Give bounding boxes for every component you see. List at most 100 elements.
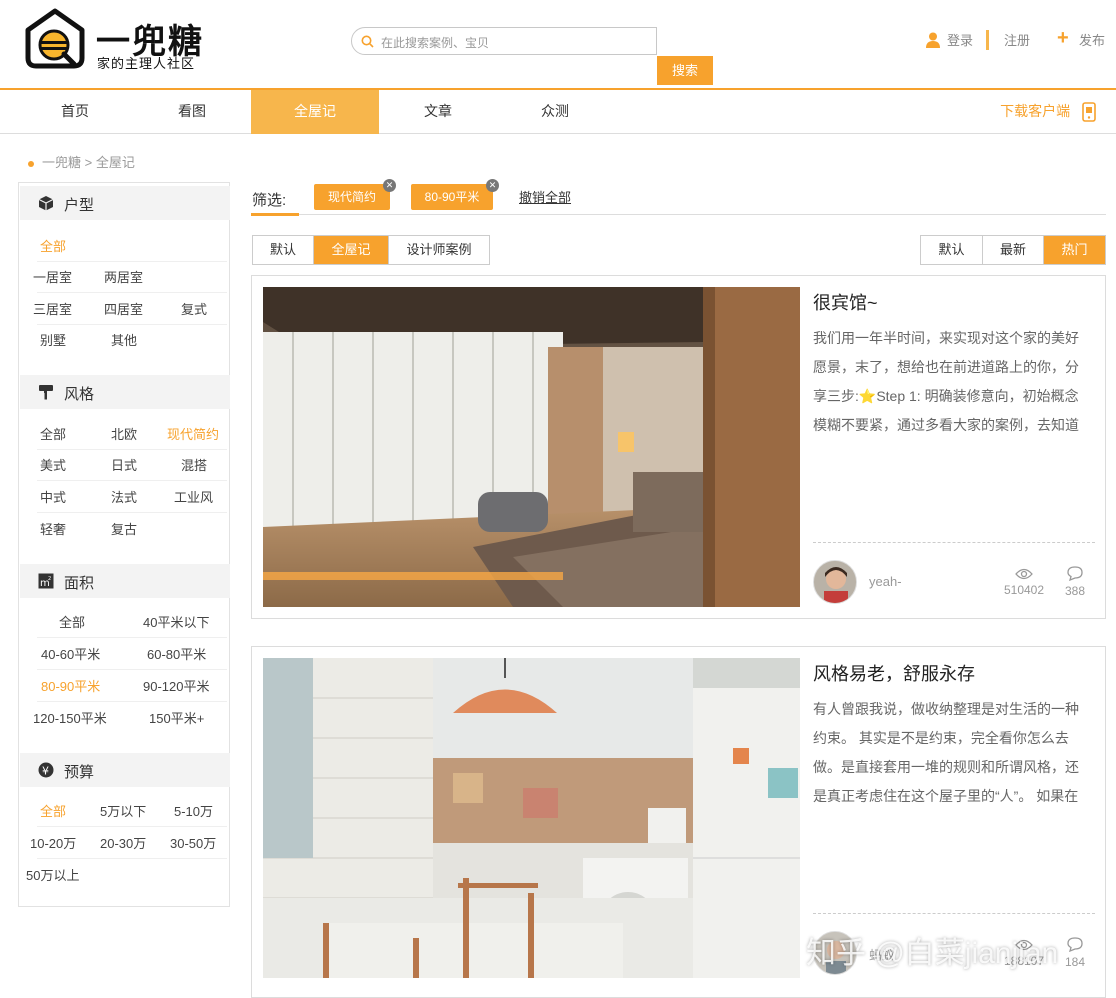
filter-tag-area[interactable]: 80-90平米: [411, 184, 493, 210]
filter-option-yusuan-10-20[interactable]: 10-20万: [30, 833, 76, 852]
section-header-yusuan: ¥ 预算: [20, 753, 230, 787]
watermark: 知乎 @白菜jianjian: [806, 937, 1059, 970]
comment-count-value: 184: [1064, 955, 1086, 969]
breadcrumb: 一兜糖 > 全屋记: [28, 152, 135, 171]
register-link[interactable]: 注册: [1004, 30, 1030, 49]
nav-item-home[interactable]: 首页: [14, 90, 136, 134]
sort-hot[interactable]: 热门: [1044, 236, 1105, 264]
remove-tag-icon[interactable]: ✕: [383, 179, 396, 192]
filter-option-mianji-60-80[interactable]: 60-80平米: [147, 644, 206, 663]
download-label: 下载客户端: [1000, 103, 1071, 119]
filter-option-yusuan-gt50[interactable]: 50万以上: [26, 865, 79, 884]
filter-option-fengge-mix[interactable]: 混搭: [181, 455, 207, 474]
divider: [37, 480, 227, 481]
author-name[interactable]: yeah-: [869, 574, 902, 589]
tab-designer-cases[interactable]: 设计师案例: [389, 236, 489, 264]
filter-option-fengge-american[interactable]: 美式: [40, 455, 66, 474]
filter-option-huxing-3[interactable]: 三居室: [33, 299, 72, 318]
filter-option-huxing-villa[interactable]: 别墅: [40, 330, 66, 349]
bullet-icon: [28, 160, 34, 167]
sort-default[interactable]: 默认: [921, 236, 983, 264]
remove-tag-icon[interactable]: ✕: [486, 179, 499, 192]
filter-option-fengge-retro[interactable]: 复古: [111, 519, 137, 538]
search-placeholder: 在此搜索案例、宝贝: [381, 36, 490, 50]
logo-subtitle: 家的主理人社区: [97, 56, 196, 71]
divider: [37, 449, 227, 450]
svg-text:2: 2: [48, 576, 51, 582]
clear-all-filters-link[interactable]: 撤销全部: [519, 187, 571, 206]
filter-option-mianji-150plus[interactable]: 150平米+: [149, 708, 204, 727]
case-excerpt: 我们用一年半时间，来实现对这个家的美好愿景，末了，想给也在前进道路上的你，分享三…: [813, 330, 1079, 433]
tag-label: 80-90平米: [424, 190, 480, 204]
nav-item-articles[interactable]: 文章: [377, 90, 499, 134]
filter-option-fengge-french[interactable]: 法式: [111, 487, 137, 506]
divider: [986, 30, 989, 50]
login-link[interactable]: 登录: [947, 30, 973, 49]
download-app-link[interactable]: 下载客户端: [1000, 90, 1096, 134]
filter-label: 筛选:: [252, 192, 287, 209]
filter-option-fengge-industrial[interactable]: 工业风: [174, 487, 213, 506]
tag-label: 现代简约: [327, 190, 376, 204]
filter-option-huxing-2[interactable]: 两居室: [104, 267, 143, 286]
cube-icon: [38, 196, 54, 211]
filter-option-yusuan-20-30[interactable]: 20-30万: [100, 833, 146, 852]
filter-option-huxing-4[interactable]: 四居室: [104, 299, 143, 318]
filter-option-yusuan-lt5[interactable]: 5万以下: [100, 801, 146, 820]
filter-option-fengge-modern[interactable]: 现代简约: [167, 424, 219, 443]
section-header-fengge: 风格: [20, 375, 230, 409]
case-title[interactable]: 风格易老，舒服永存: [813, 660, 975, 686]
breadcrumb-home[interactable]: 一兜糖: [42, 155, 81, 170]
filter-option-huxing-other[interactable]: 其他: [111, 330, 137, 349]
nav-item-gallery[interactable]: 看图: [131, 90, 253, 134]
divider: [37, 637, 227, 638]
case-cover-image[interactable]: [263, 287, 800, 607]
filter-option-fengge-nordic[interactable]: 北欧: [111, 424, 137, 443]
filter-tag-style[interactable]: 现代简约: [314, 184, 390, 210]
filter-option-yusuan-all[interactable]: 全部: [40, 801, 66, 820]
header: 一兜糖 家的主理人社区 在此搜索案例、宝贝 搜索 登录 注册 + 发布: [0, 0, 1116, 88]
comment-count: 388: [1058, 566, 1092, 598]
logo-icon[interactable]: [24, 8, 86, 70]
divider: [813, 913, 1095, 914]
filter-option-huxing-duplex[interactable]: 复式: [181, 299, 207, 318]
divider: [37, 261, 227, 262]
tab-default[interactable]: 默认: [253, 236, 314, 264]
eye-icon: [1015, 568, 1033, 580]
filter-option-mianji-120-150[interactable]: 120-150平米: [33, 708, 107, 727]
breadcrumb-separator: >: [84, 155, 93, 170]
sort-latest[interactable]: 最新: [983, 236, 1044, 264]
view-count: 510402: [1002, 568, 1046, 597]
section-title: 预算: [64, 764, 95, 781]
case-cover-image[interactable]: [263, 658, 800, 978]
publish-link[interactable]: 发布: [1079, 30, 1105, 49]
search-input[interactable]: 在此搜索案例、宝贝: [351, 27, 657, 55]
sort-tabs: 默认 最新 热门: [920, 235, 1106, 265]
filter-option-fengge-chinese[interactable]: 中式: [40, 487, 66, 506]
filter-option-mianji-40-60[interactable]: 40-60平米: [41, 644, 100, 663]
filter-option-fengge-all[interactable]: 全部: [40, 424, 66, 443]
filter-option-mianji-80-90[interactable]: 80-90平米: [41, 676, 100, 695]
filter-option-yusuan-30-50[interactable]: 30-50万: [170, 833, 216, 852]
case-card[interactable]: 很宾馆~ 我们用一年半时间，来实现对这个家的美好愿景，末了，想给也在前进道路上的…: [251, 275, 1106, 619]
filter-option-mianji-90-120[interactable]: 90-120平米: [143, 676, 209, 695]
filter-option-mianji-all[interactable]: 全部: [59, 612, 85, 631]
divider: [37, 826, 227, 827]
filter-option-huxing-1[interactable]: 一居室: [33, 267, 72, 286]
user-links: 登录 注册 + 发布: [924, 27, 1114, 50]
filter-option-mianji-lt40[interactable]: 40平米以下: [143, 612, 209, 631]
avatar[interactable]: [813, 560, 857, 604]
category-tabs: 默认 全屋记 设计师案例: [252, 235, 490, 265]
nav-item-whole-house[interactable]: 全屋记: [251, 90, 379, 134]
paint-roller-icon: [39, 385, 53, 400]
nav-item-review[interactable]: 众测: [494, 90, 616, 134]
user-icon: [926, 32, 940, 48]
filter-option-yusuan-5-10[interactable]: 5-10万: [174, 801, 213, 820]
case-title[interactable]: 很宾馆~: [813, 289, 878, 315]
filter-option-huxing-all[interactable]: 全部: [40, 236, 66, 255]
filter-option-fengge-japanese[interactable]: 日式: [111, 455, 137, 474]
phone-icon: [1082, 102, 1096, 123]
divider: [813, 542, 1095, 543]
filter-option-fengge-luxury[interactable]: 轻奢: [40, 519, 66, 538]
tab-whole-house[interactable]: 全屋记: [314, 236, 389, 264]
search-button[interactable]: 搜索: [657, 56, 713, 85]
